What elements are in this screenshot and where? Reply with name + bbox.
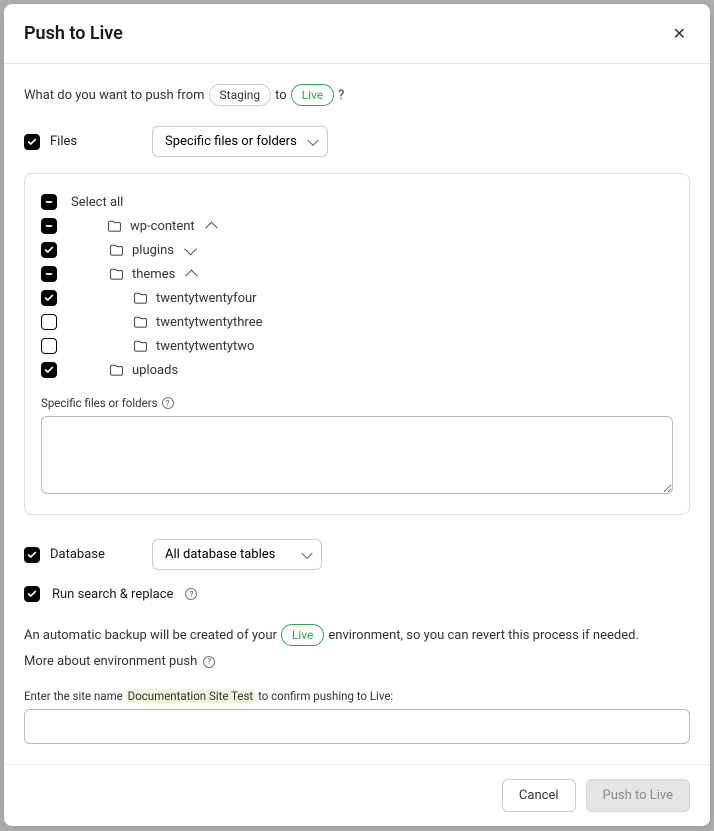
folder-icon	[133, 340, 148, 352]
database-section-row: Database All database tables	[24, 539, 690, 570]
modal-title: Push to Live	[24, 23, 123, 44]
uploads-checkbox[interactable]	[41, 362, 57, 378]
help-icon[interactable]: ?	[185, 588, 197, 600]
tt2-checkbox[interactable]	[41, 338, 57, 354]
specific-files-textarea[interactable]	[41, 416, 673, 494]
plugins-label: plugins	[132, 243, 174, 258]
search-replace-row: Run search & replace ?	[24, 586, 690, 602]
intro-text: What do you want to push from Staging to…	[24, 84, 690, 106]
uploads-label: uploads	[132, 363, 178, 378]
close-button[interactable]: ✕	[669, 20, 690, 47]
site-name-highlight: Documentation Site Test	[126, 689, 256, 703]
folder-icon	[133, 292, 148, 304]
ttt-checkbox[interactable]	[41, 314, 57, 330]
staging-pill: Staging	[209, 84, 272, 106]
push-to-live-button[interactable]: Push to Live	[586, 779, 691, 812]
tree-wp-content[interactable]: wp-content	[41, 214, 673, 238]
folder-icon	[109, 268, 124, 280]
tree-twentytwentyfour[interactable]: twentytwentyfour	[41, 286, 673, 310]
chevron-down-icon[interactable]	[184, 242, 197, 255]
modal-body: What do you want to push from Staging to…	[4, 64, 710, 764]
select-all-checkbox[interactable]	[41, 194, 57, 210]
database-label: Database	[50, 547, 105, 562]
cancel-button[interactable]: Cancel	[502, 779, 576, 812]
wp-content-checkbox[interactable]	[41, 218, 57, 234]
modal-header: Push to Live ✕	[4, 4, 710, 64]
files-mode-value: Specific files or folders	[165, 134, 297, 149]
intro-prefix: What do you want to push from	[24, 88, 205, 103]
folder-icon	[109, 244, 124, 256]
tree-themes[interactable]: themes	[41, 262, 673, 286]
database-checkbox[interactable]	[24, 547, 40, 563]
folder-icon	[107, 220, 122, 232]
specific-files-label: Specific files or folders ?	[41, 396, 673, 410]
wp-content-label: wp-content	[130, 219, 195, 234]
tree-uploads[interactable]: uploads	[41, 358, 673, 382]
search-replace-label: Run search & replace	[52, 587, 173, 602]
more-link-text: More about environment push	[24, 654, 197, 669]
tree-plugins[interactable]: plugins	[41, 238, 673, 262]
live-pill: Live	[291, 84, 334, 106]
select-all-label: Select all	[71, 195, 123, 210]
file-tree-panel: Select all wp-content plugins th	[24, 173, 690, 515]
themes-label: themes	[132, 267, 175, 282]
help-icon: ?	[203, 656, 215, 668]
database-mode-value: All database tables	[165, 547, 275, 562]
intro-suffix: ?	[338, 88, 344, 103]
tree-twentytwentytwo[interactable]: twentytwentytwo	[41, 334, 673, 358]
tree-twentytwentythree[interactable]: twentytwentythree	[41, 310, 673, 334]
backup-suffix: environment, so you can revert this proc…	[328, 628, 639, 643]
confirm-input[interactable]	[24, 709, 690, 744]
ttf-label: twentytwentyfour	[156, 291, 257, 306]
ttf-checkbox[interactable]	[41, 290, 57, 306]
help-icon[interactable]: ?	[162, 397, 174, 409]
folder-icon	[133, 316, 148, 328]
themes-checkbox[interactable]	[41, 266, 57, 282]
files-section-row: Files Specific files or folders	[24, 126, 690, 157]
search-replace-checkbox[interactable]	[24, 586, 40, 602]
chevron-up-icon[interactable]	[185, 269, 198, 282]
more-about-link[interactable]: More about environment push ?	[24, 654, 215, 669]
files-mode-select[interactable]: Specific files or folders	[152, 126, 328, 157]
close-icon: ✕	[673, 24, 686, 43]
intro-mid: to	[275, 88, 287, 103]
backup-prefix: An automatic backup will be created of y…	[24, 628, 277, 643]
ttt-label: twentytwentythree	[156, 315, 262, 330]
live-pill: Live	[281, 624, 324, 646]
folder-icon	[109, 364, 124, 376]
tt2-label: twentytwentytwo	[156, 339, 254, 354]
chevron-up-icon[interactable]	[205, 221, 218, 234]
backup-info: An automatic backup will be created of y…	[24, 624, 690, 646]
push-to-live-modal: Push to Live ✕ What do you want to push …	[4, 4, 710, 826]
files-checkbox[interactable]	[24, 134, 40, 150]
plugins-checkbox[interactable]	[41, 242, 57, 258]
confirm-label: Enter the site name Documentation Site T…	[24, 689, 690, 703]
database-mode-select[interactable]: All database tables	[152, 539, 322, 570]
modal-footer: Cancel Push to Live	[4, 764, 710, 826]
files-label: Files	[50, 134, 77, 149]
tree-select-all[interactable]: Select all	[41, 190, 673, 214]
